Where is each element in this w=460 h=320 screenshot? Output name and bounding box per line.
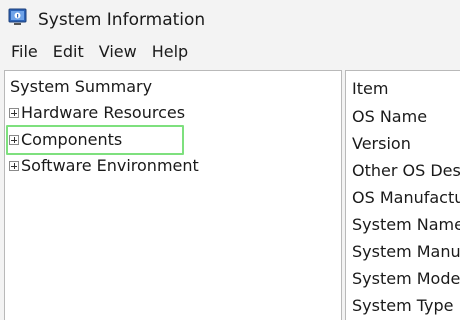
title-bar[interactable]: System Information	[0, 0, 460, 38]
menu-edit[interactable]: Edit	[48, 41, 89, 63]
tree-item-components[interactable]: Components	[9, 129, 122, 151]
list-item[interactable]: System Model	[352, 269, 460, 289]
menu-bar: File Edit View Help	[0, 38, 460, 66]
window-title: System Information	[38, 10, 206, 30]
list-item[interactable]: System Name	[352, 215, 460, 235]
menu-help[interactable]: Help	[147, 41, 193, 63]
category-tree-pane[interactable]: System Summary Hardware Resources Compon…	[4, 70, 342, 320]
menu-file[interactable]: File	[6, 41, 43, 63]
item-column-header[interactable]: Item	[352, 79, 388, 99]
tree-item-label: Software Environment	[21, 156, 199, 175]
list-item[interactable]: System Manuf	[352, 242, 460, 262]
tree-item-label: Components	[21, 130, 123, 149]
details-pane[interactable]: Item OS Name Version Other OS Desc OS Ma…	[345, 70, 460, 320]
tree-item-hardware-resources[interactable]: Hardware Resources	[9, 102, 185, 124]
list-item[interactable]: Version	[352, 134, 411, 154]
tree-item-software-environment[interactable]: Software Environment	[9, 155, 199, 177]
expand-icon[interactable]	[9, 135, 19, 145]
list-item[interactable]: Other OS Desc	[352, 161, 460, 181]
system-information-app-icon	[8, 7, 28, 27]
menu-view[interactable]: View	[94, 41, 142, 63]
list-item[interactable]: OS Manufactu	[352, 188, 460, 208]
list-item[interactable]: OS Name	[352, 107, 427, 127]
system-information-window: System Information File Edit View Help S…	[0, 0, 460, 320]
tree-item-system-summary[interactable]: System Summary	[10, 77, 152, 97]
tree-item-label: Hardware Resources	[21, 103, 186, 122]
expand-icon[interactable]	[9, 161, 19, 171]
expand-icon[interactable]	[9, 108, 19, 118]
list-item[interactable]: System Type	[352, 296, 454, 316]
